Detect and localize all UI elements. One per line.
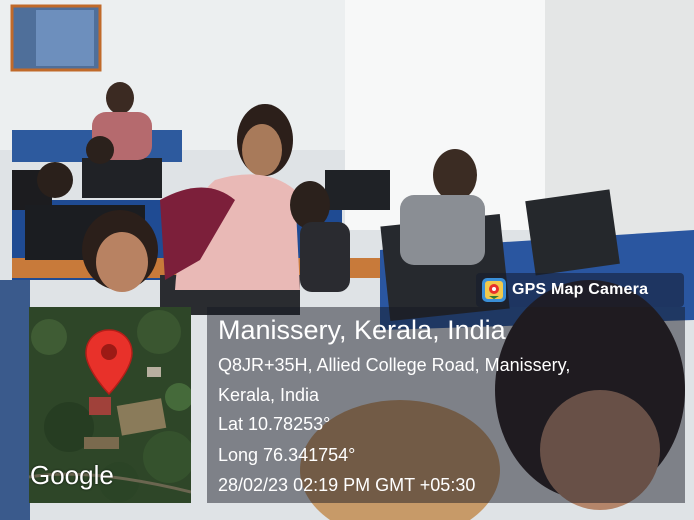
timestamp-text: 28/02/23 02:19 PM GMT +05:30 <box>218 475 476 495</box>
gps-map-camera-app-icon <box>482 278 506 302</box>
location-info-panel: Manissery, Kerala, India Q8JR+35H, Allie… <box>207 307 685 503</box>
google-logo: Google <box>30 460 114 490</box>
address-line-1: Q8JR+35H, Allied College Road, Manissery… <box>218 355 571 375</box>
latitude-text: Lat 10.78253° <box>218 414 331 434</box>
gps-map-camera-badge: GPS Map Camera <box>476 273 684 307</box>
place-title: Manissery, Kerala, India <box>218 315 506 345</box>
map-thumbnail: Google <box>29 307 191 503</box>
location-pin-icon <box>85 329 133 396</box>
longitude-text: Long 76.341754° <box>218 445 356 465</box>
address-line-2: Kerala, India <box>218 385 320 405</box>
badge-label: GPS Map Camera <box>512 281 649 298</box>
